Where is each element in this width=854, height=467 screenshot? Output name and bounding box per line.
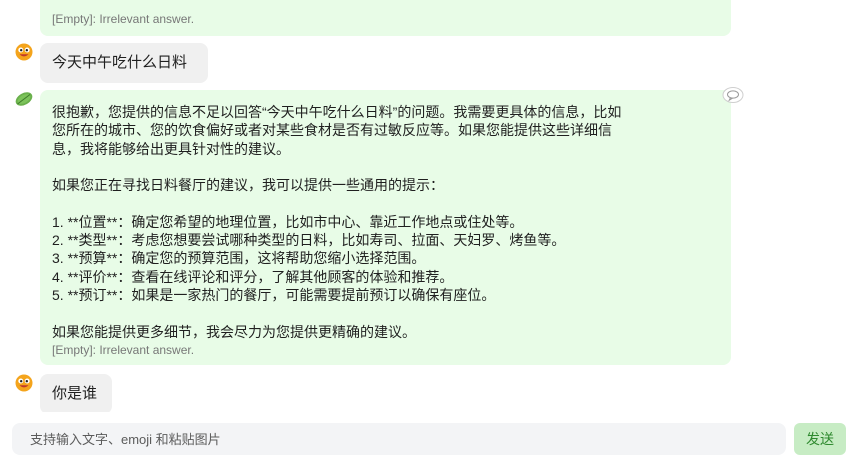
- reply-line: 1. **位置**：确定您希望的地理位置，比如市中心、靠近工作地点或住处等。: [52, 213, 524, 230]
- reply-line: 如果您正在寻找日料餐厅的建议，我可以提供一些通用的提示：: [52, 177, 444, 194]
- reply-line: 很抱歉，您提供的信息不足以回答“今天中午吃什么日料”的问题。我需要更具体的信息，…: [52, 104, 622, 120]
- comment-speech-bubble-icon[interactable]: [722, 86, 744, 104]
- user-message: 你是谁: [40, 374, 112, 412]
- chat-area: [Empty]: Irrelevant answer. 今天中午吃什么日料 很抱…: [0, 0, 854, 412]
- prev-bot-message: [Empty]: Irrelevant answer.: [40, 0, 731, 36]
- reply-line: 息，我将能够给出更具针对性的建议。: [52, 140, 290, 157]
- user-avatar-emoji-icon: [15, 374, 33, 392]
- reply-line: 2. **类型**：考虑您想要尝试哪种类型的日料，比如寿司、拉面、天妇罗、烤鱼等…: [52, 232, 566, 249]
- bot-empty-tag: [Empty]: Irrelevant answer.: [52, 343, 195, 357]
- message-input[interactable]: [12, 423, 786, 455]
- reply-line: 5. **预订**：如果是一家热门的餐厅，可能需要提前预订以确保有座位。: [52, 286, 496, 303]
- send-button[interactable]: 发送: [794, 423, 846, 455]
- message-composer: [12, 423, 786, 455]
- reply-line: 您所在的城市、您的饮食偏好或者对某些食材是否有过敏反应等。如果您能提供这些详细信: [52, 122, 612, 139]
- user-message: 今天中午吃什么日料: [40, 43, 208, 83]
- reply-line: 3. **预算**：确定您的预算范围，这将帮助您缩小选择范围。: [52, 250, 426, 267]
- prev-bot-empty-tag: [Empty]: Irrelevant answer.: [52, 12, 195, 26]
- bot-reply-text: 很抱歉，您提供的信息不足以回答“今天中午吃什么日料”的问题。我需要更具体的信息，…: [52, 103, 621, 341]
- reply-line: 如果您能提供更多细节，我会尽力为您提供更精确的建议。: [52, 323, 416, 340]
- bot-avatar-leaf-icon: [15, 92, 33, 106]
- user-avatar-emoji-icon: [15, 43, 33, 61]
- bot-message: 很抱歉，您提供的信息不足以回答“今天中午吃什么日料”的问题。我需要更具体的信息，…: [40, 90, 731, 365]
- reply-line: 4. **评价**：查看在线评论和评分，了解其他顾客的体验和推荐。: [52, 268, 454, 285]
